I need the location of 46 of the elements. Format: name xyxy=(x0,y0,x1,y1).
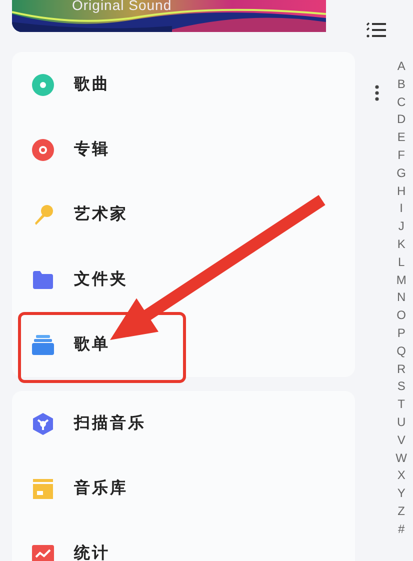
list-icon[interactable] xyxy=(366,22,386,38)
store-icon xyxy=(32,478,54,498)
index-letter[interactable]: M xyxy=(396,272,406,290)
index-letter[interactable]: Y xyxy=(397,485,406,503)
index-letter[interactable]: S xyxy=(397,378,406,396)
banner[interactable]: Original Sound xyxy=(12,0,355,32)
menu-item[interactable]: 歌曲 xyxy=(12,52,355,117)
index-letter[interactable]: I xyxy=(400,200,403,218)
menu-item[interactable]: 音乐库 xyxy=(12,456,355,521)
menu-item[interactable]: 文件夹 xyxy=(12,247,355,312)
index-letter[interactable]: D xyxy=(397,111,406,130)
index-letter[interactable]: Q xyxy=(396,342,406,361)
index-letter[interactable]: E xyxy=(397,129,406,147)
index-letter[interactable]: R xyxy=(397,360,406,378)
banner-caption: Original Sound xyxy=(72,0,172,13)
menu-item[interactable]: 统计 xyxy=(12,521,355,561)
menu-item[interactable]: 歌单 xyxy=(12,312,355,377)
index-letter[interactable]: N xyxy=(397,289,406,308)
disc-icon xyxy=(32,138,54,160)
stack-icon xyxy=(32,334,54,354)
index-letter[interactable]: O xyxy=(396,307,406,325)
more-icon[interactable] xyxy=(375,85,379,101)
menu-item[interactable]: 艺术家 xyxy=(12,182,355,247)
index-letter[interactable]: P xyxy=(397,324,406,343)
menu-item[interactable]: 专辑 xyxy=(12,117,355,182)
index-letter[interactable]: U xyxy=(397,414,406,432)
index-letter[interactable]: C xyxy=(397,94,406,112)
index-letter[interactable]: G xyxy=(396,164,406,183)
index-letter[interactable]: V xyxy=(397,432,406,450)
index-letter[interactable]: L xyxy=(398,254,405,272)
index-letter[interactable]: K xyxy=(397,236,406,254)
disc-icon xyxy=(32,74,54,96)
index-letter[interactable]: Z xyxy=(398,502,405,521)
index-letter[interactable]: A xyxy=(397,58,406,76)
index-letter[interactable]: T xyxy=(398,396,405,414)
index-letter[interactable]: J xyxy=(398,218,404,236)
microphone-icon xyxy=(32,204,54,226)
index-letter[interactable]: # xyxy=(398,520,405,539)
folder-icon xyxy=(32,270,54,290)
cube-icon xyxy=(32,412,54,434)
index-letter[interactable]: H xyxy=(397,182,406,200)
index-letter[interactable]: W xyxy=(396,450,407,468)
menu-item[interactable]: 扫描音乐 xyxy=(12,391,355,456)
index-letter[interactable]: F xyxy=(398,146,405,165)
index-letter[interactable]: X xyxy=(397,467,406,486)
index-letter[interactable]: B xyxy=(397,76,406,94)
